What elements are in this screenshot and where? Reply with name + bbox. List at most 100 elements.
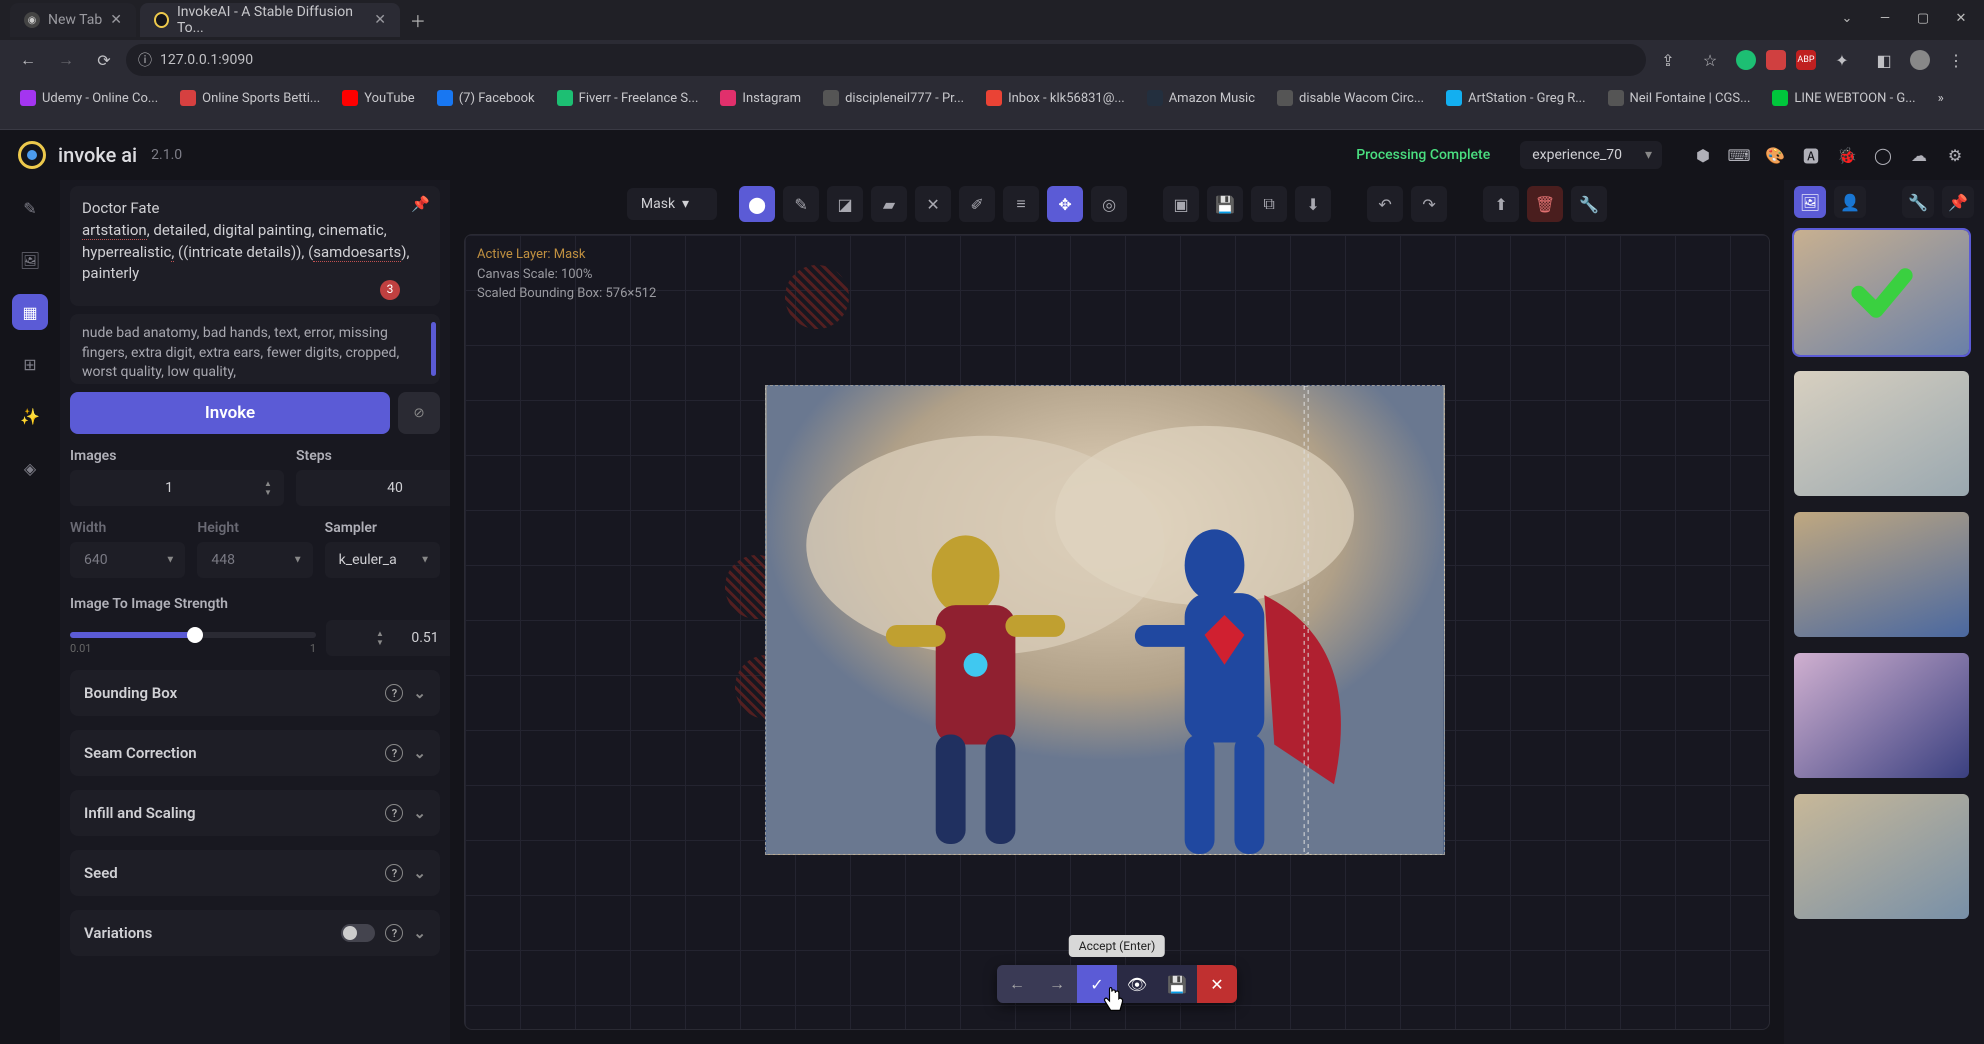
bookmark-item[interactable]: YouTube xyxy=(334,86,423,110)
bookmark-item[interactable]: disable Wacom Circ... xyxy=(1269,86,1432,110)
next-button[interactable]: → xyxy=(1037,965,1077,1003)
url-bar[interactable]: ⓘ 127.0.0.1:9090 xyxy=(126,44,1646,76)
bookmark-item[interactable]: ArtStation - Greg R... xyxy=(1438,86,1593,110)
i2i-strength-slider[interactable] xyxy=(70,632,316,638)
bookmark-item[interactable]: LINE WEBTOON - G... xyxy=(1764,86,1923,110)
star-icon[interactable]: ☆ xyxy=(1694,44,1726,76)
gallery-thumbnail[interactable] xyxy=(1794,653,1969,778)
list-icon[interactable]: ≡ xyxy=(1003,186,1039,222)
help-icon[interactable]: ? xyxy=(385,864,403,882)
target-icon[interactable]: ◎ xyxy=(1091,186,1127,222)
close-icon[interactable]: ✕ xyxy=(1946,6,1976,30)
reload-button[interactable]: ⟳ xyxy=(88,44,120,76)
menu-icon[interactable]: ⋮ xyxy=(1940,44,1972,76)
maximize-icon[interactable]: ▢ xyxy=(1908,6,1938,30)
eyedropper-icon[interactable]: ✐ xyxy=(959,186,995,222)
help-icon[interactable]: ? xyxy=(385,744,403,762)
model-select[interactable]: experience_70 xyxy=(1520,141,1662,169)
pencil-icon[interactable]: ✎ xyxy=(783,186,819,222)
github-icon[interactable]: ◯ xyxy=(1872,144,1894,166)
bookmark-item[interactable]: Amazon Music xyxy=(1139,86,1263,110)
save-staging-button[interactable]: 💾 xyxy=(1157,965,1197,1003)
gallery-thumbnail[interactable] xyxy=(1794,371,1969,496)
accordion-infill[interactable]: Infill and Scaling ? ⌄ xyxy=(70,790,440,836)
eraser-icon[interactable]: ◪ xyxy=(827,186,863,222)
brush-tool-icon[interactable]: ⬤ xyxy=(739,186,775,222)
cube-icon[interactable]: ⬢ xyxy=(1692,144,1714,166)
browser-tab[interactable]: ◉ New Tab ✕ xyxy=(10,3,136,37)
layer-select[interactable]: Mask ▾ xyxy=(627,188,717,220)
gallery-thumbnail[interactable] xyxy=(1794,230,1969,355)
settings-icon[interactable]: ⚙ xyxy=(1944,144,1966,166)
bookmark-item[interactable]: Udemy - Online Co... xyxy=(12,86,166,110)
rail-canvas-icon[interactable]: ▦ xyxy=(12,294,48,330)
cancel-button[interactable]: ⊘ xyxy=(398,392,440,434)
rail-postprocess-icon[interactable]: ✨ xyxy=(12,398,48,434)
keyboard-icon[interactable]: ⌨ xyxy=(1728,144,1750,166)
bookmarks-overflow[interactable]: » xyxy=(1930,87,1952,110)
copy-icon[interactable]: ⧉ xyxy=(1251,186,1287,222)
help-icon[interactable]: ? xyxy=(385,804,403,822)
rail-img2img-icon[interactable]: 🖼 xyxy=(12,242,48,278)
bookmark-item[interactable]: Neil Fontaine | CGS... xyxy=(1600,86,1759,110)
rail-nodes-icon[interactable]: ⊞ xyxy=(12,346,48,382)
clear-icon[interactable]: ✕ xyxy=(915,186,951,222)
show-hide-button[interactable]: 👁 xyxy=(1117,965,1157,1003)
forward-button[interactable]: → xyxy=(50,44,82,76)
layers-icon[interactable]: ▣ xyxy=(1163,186,1199,222)
chevron-down-icon[interactable]: ⌄ xyxy=(1832,6,1862,30)
accept-button[interactable]: ✓ xyxy=(1077,965,1117,1003)
negative-prompt-input[interactable]: nude bad anatomy, bad hands, text, error… xyxy=(70,314,440,384)
trash-icon[interactable]: 🗑 xyxy=(1527,186,1563,222)
bookmark-item[interactable]: Fiverr - Freelance S... xyxy=(549,86,707,110)
stepper-icon[interactable]: ▲▼ xyxy=(376,624,390,652)
palette-icon[interactable]: 🎨 xyxy=(1764,144,1786,166)
gallery-images-icon[interactable]: 🖼 xyxy=(1794,186,1826,218)
bookmark-item[interactable]: Inbox - klk56831@... xyxy=(978,86,1133,110)
pin-icon[interactable]: 📌 xyxy=(411,194,430,216)
upload-icon[interactable]: ⬆ xyxy=(1483,186,1519,222)
undo-icon[interactable]: ↶ xyxy=(1367,186,1403,222)
stepper-icon[interactable]: ▲▼ xyxy=(264,474,278,502)
minimize-icon[interactable]: — xyxy=(1870,6,1900,30)
extension-icon[interactable] xyxy=(1766,50,1786,70)
discard-button[interactable]: ✕ xyxy=(1197,965,1237,1003)
bookmark-item[interactable]: (7) Facebook xyxy=(429,86,543,110)
language-icon[interactable]: 🅰 xyxy=(1800,144,1822,166)
discord-icon[interactable]: ☁ xyxy=(1908,144,1930,166)
invoke-button[interactable]: Invoke xyxy=(70,392,390,434)
gallery-user-icon[interactable]: 👤 xyxy=(1834,186,1866,218)
rail-training-icon[interactable]: ◈ xyxy=(12,450,48,486)
help-icon[interactable]: ? xyxy=(385,924,403,942)
extension-icon[interactable]: ABP xyxy=(1796,50,1816,70)
extensions-menu-icon[interactable]: ✦ xyxy=(1826,44,1858,76)
share-icon[interactable]: ⇪ xyxy=(1652,44,1684,76)
fill-icon[interactable]: ▰ xyxy=(871,186,907,222)
extension-icon[interactable] xyxy=(1736,50,1756,70)
download-icon[interactable]: ⬇ xyxy=(1295,186,1331,222)
redo-icon[interactable]: ↷ xyxy=(1411,186,1447,222)
rail-txt2img-icon[interactable]: ✎ xyxy=(12,190,48,226)
sidepanel-icon[interactable]: ◧ xyxy=(1868,44,1900,76)
wrench-icon[interactable]: 🔧 xyxy=(1571,186,1607,222)
accordion-seam[interactable]: Seam Correction ? ⌄ xyxy=(70,730,440,776)
back-button[interactable]: ← xyxy=(12,44,44,76)
accordion-bounding-box[interactable]: Bounding Box ? ⌄ xyxy=(70,670,440,716)
prev-button[interactable]: ← xyxy=(997,965,1037,1003)
bookmark-item[interactable]: Instagram xyxy=(712,86,809,110)
gallery-settings-icon[interactable]: 🔧 xyxy=(1902,186,1934,218)
profile-avatar[interactable] xyxy=(1910,50,1930,70)
save-icon[interactable]: 💾 xyxy=(1207,186,1243,222)
new-tab-button[interactable]: ＋ xyxy=(404,6,432,34)
canvas-viewport[interactable]: Active Layer: Mask Canvas Scale: 100% Sc… xyxy=(464,234,1770,1030)
steps-input[interactable] xyxy=(296,470,450,506)
bookmark-item[interactable]: discipleneil777 - Pr... xyxy=(815,86,972,110)
bookmark-item[interactable]: Online Sports Betti... xyxy=(172,86,328,110)
browser-tab-active[interactable]: InvokeAI - A Stable Diffusion To... ✕ xyxy=(140,3,400,37)
images-input[interactable] xyxy=(70,470,284,506)
variations-toggle[interactable] xyxy=(341,924,375,942)
gallery-thumbnail[interactable] xyxy=(1794,512,1969,637)
move-tool-icon[interactable]: ✥ xyxy=(1047,186,1083,222)
bug-icon[interactable]: 🐞 xyxy=(1836,144,1858,166)
prompt-input[interactable]: 📌 Doctor Fate artstation, detailed, digi… xyxy=(70,186,440,306)
